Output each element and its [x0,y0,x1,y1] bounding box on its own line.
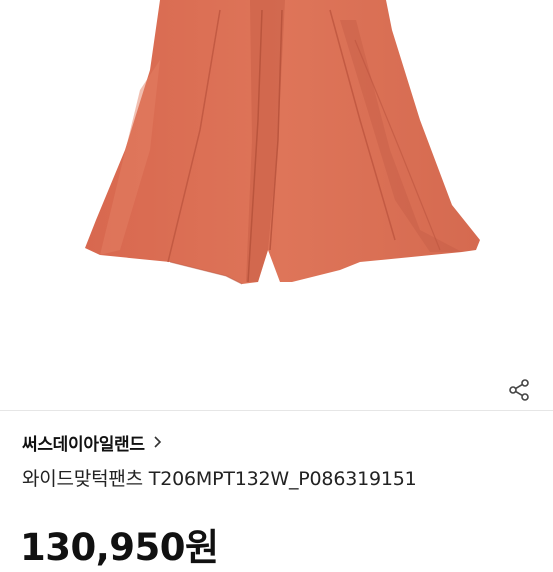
share-bar [0,368,553,410]
product-image[interactable] [0,0,553,368]
divider [0,410,553,411]
share-button[interactable] [504,375,534,405]
product-title: 와이드맞턱팬츠 T206MPT132W_P086319151 [22,468,417,490]
pants-illustration [85,0,480,285]
share-icon [509,379,529,401]
product-price: 130,950원 [20,526,219,569]
brand-link[interactable]: 써스데이아일랜드 [22,428,163,456]
chevron-right-icon [153,435,163,449]
brand-name: 써스데이아일랜드 [22,434,145,455]
